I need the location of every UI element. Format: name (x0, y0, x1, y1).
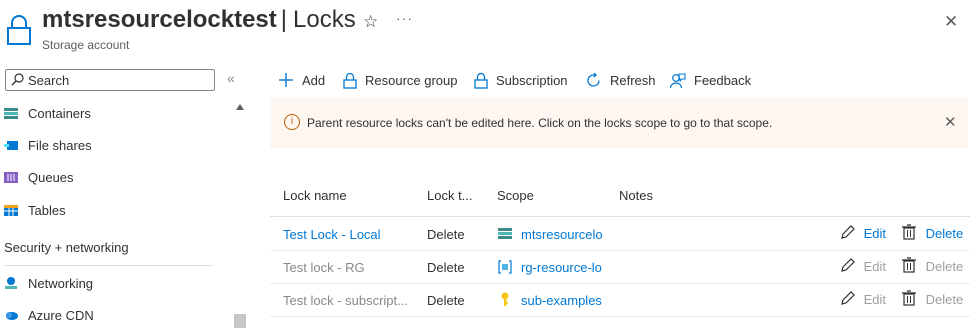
scope-link[interactable]: rg-resource-lo (521, 260, 609, 275)
tables-icon (4, 205, 18, 216)
dismiss-banner-icon[interactable]: ✕ (944, 113, 957, 131)
sidebar-item-queues[interactable]: Queues (4, 165, 224, 189)
delete-label: Delete (925, 259, 964, 274)
edit-label: Edit (863, 259, 887, 274)
sidebar-section-security-networking: Security + networking (4, 240, 129, 255)
header-divider (270, 216, 970, 217)
sidebar-item-azure-cdn[interactable]: Azure CDN (4, 303, 224, 327)
sidebar-scrollbar[interactable] (233, 102, 247, 328)
sidebar-item-file-shares[interactable]: File shares (4, 133, 224, 157)
resource-group-icon (498, 260, 512, 274)
lock-icon (474, 72, 488, 89)
collapse-sidebar-icon[interactable]: « (227, 70, 235, 86)
scroll-up-arrow-icon[interactable] (236, 104, 244, 110)
lock-type: Delete (427, 260, 465, 275)
resource-name: mtsresourcelocktest (42, 6, 277, 33)
column-header-lock-type[interactable]: Lock t... (427, 188, 473, 203)
lock-type: Delete (427, 293, 465, 308)
delete-button[interactable]: Delete (902, 224, 963, 241)
sidebar-item-label: Networking (28, 275, 94, 291)
info-icon: i (284, 114, 300, 130)
page-title: mtsresourcelocktest | Locks (42, 6, 356, 34)
edit-button: Edit (840, 257, 886, 274)
feedback-label: Feedback (694, 72, 752, 88)
title-separator: | (280, 6, 288, 33)
lock-icon (7, 15, 31, 45)
sidebar-search-box[interactable] (5, 69, 215, 91)
queues-icon (4, 172, 18, 183)
azure-cdn-icon (6, 312, 18, 320)
sidebar-item-label: File shares (28, 137, 92, 153)
networking-icon (5, 277, 17, 289)
page-subtitle: Storage account (42, 38, 130, 52)
key-icon (501, 292, 509, 306)
page-name: Locks (293, 6, 356, 33)
sidebar-item-label: Containers (28, 105, 91, 121)
pencil-icon (841, 258, 855, 272)
pencil-icon (841, 291, 855, 305)
edit-label: Edit (863, 292, 887, 307)
feedback-button[interactable]: Feedback (669, 68, 751, 92)
sidebar-item-label: Tables (28, 202, 66, 218)
edit-button[interactable]: Edit (840, 224, 886, 241)
column-header-scope[interactable]: Scope (497, 188, 534, 203)
trash-icon (902, 224, 916, 240)
containers-icon (4, 108, 18, 119)
refresh-label: Refresh (610, 72, 656, 88)
subscription-label: Subscription (496, 72, 568, 88)
file-shares-icon (4, 141, 18, 150)
delete-button: Delete (902, 290, 963, 307)
edit-label: Edit (863, 226, 887, 241)
section-divider (4, 265, 213, 266)
column-header-lock-name[interactable]: Lock name (283, 188, 347, 203)
edit-button: Edit (840, 290, 886, 307)
search-input[interactable] (28, 72, 208, 88)
delete-button: Delete (902, 257, 963, 274)
feedback-icon (669, 72, 686, 88)
info-banner: i Parent resource locks can't be edited … (270, 98, 968, 148)
refresh-button[interactable]: Refresh (585, 68, 656, 92)
lock-name-link[interactable]: Test Lock - Local (283, 227, 418, 242)
resource-group-button[interactable]: Resource group (343, 68, 458, 92)
close-blade-icon[interactable]: ✕ (944, 12, 958, 32)
row-divider (270, 250, 970, 251)
trash-icon (902, 257, 916, 273)
sidebar-item-label: Queues (28, 169, 74, 185)
favorite-star-icon[interactable]: ☆ (363, 12, 378, 32)
add-button[interactable]: Add (278, 68, 325, 92)
sidebar-item-networking[interactable]: Networking (4, 271, 224, 295)
lock-type: Delete (427, 227, 465, 242)
add-label: Add (302, 72, 326, 88)
lock-name: Test lock - RG (283, 260, 365, 275)
pencil-icon (841, 225, 855, 239)
search-icon (11, 73, 24, 86)
row-divider (270, 316, 970, 317)
scope-link[interactable]: mtsresourcelo (521, 227, 609, 242)
trash-icon (902, 290, 916, 306)
refresh-icon (587, 72, 600, 87)
sidebar-item-label: Azure CDN (28, 307, 94, 323)
delete-label: Delete (925, 292, 964, 307)
lock-icon (343, 72, 357, 89)
column-header-notes[interactable]: Notes (619, 188, 653, 203)
delete-label: Delete (925, 226, 964, 241)
subscription-button[interactable]: Subscription (474, 68, 568, 92)
scrollbar-thumb[interactable] (234, 314, 246, 328)
banner-message: Parent resource locks can't be edited he… (307, 116, 773, 130)
more-options-icon[interactable]: ··· (396, 10, 413, 26)
lock-name: Test lock - subscript... (283, 293, 408, 308)
plus-icon (279, 73, 293, 87)
sidebar-item-containers[interactable]: Containers (4, 101, 224, 125)
page-header: mtsresourcelocktest | Locks Storage accoun… (0, 0, 980, 60)
storage-icon (498, 228, 512, 239)
scope-link[interactable]: sub-examples (521, 293, 609, 308)
resource-group-label: Resource group (365, 72, 458, 88)
row-divider (270, 283, 970, 284)
sidebar-item-tables[interactable]: Tables (4, 198, 224, 222)
